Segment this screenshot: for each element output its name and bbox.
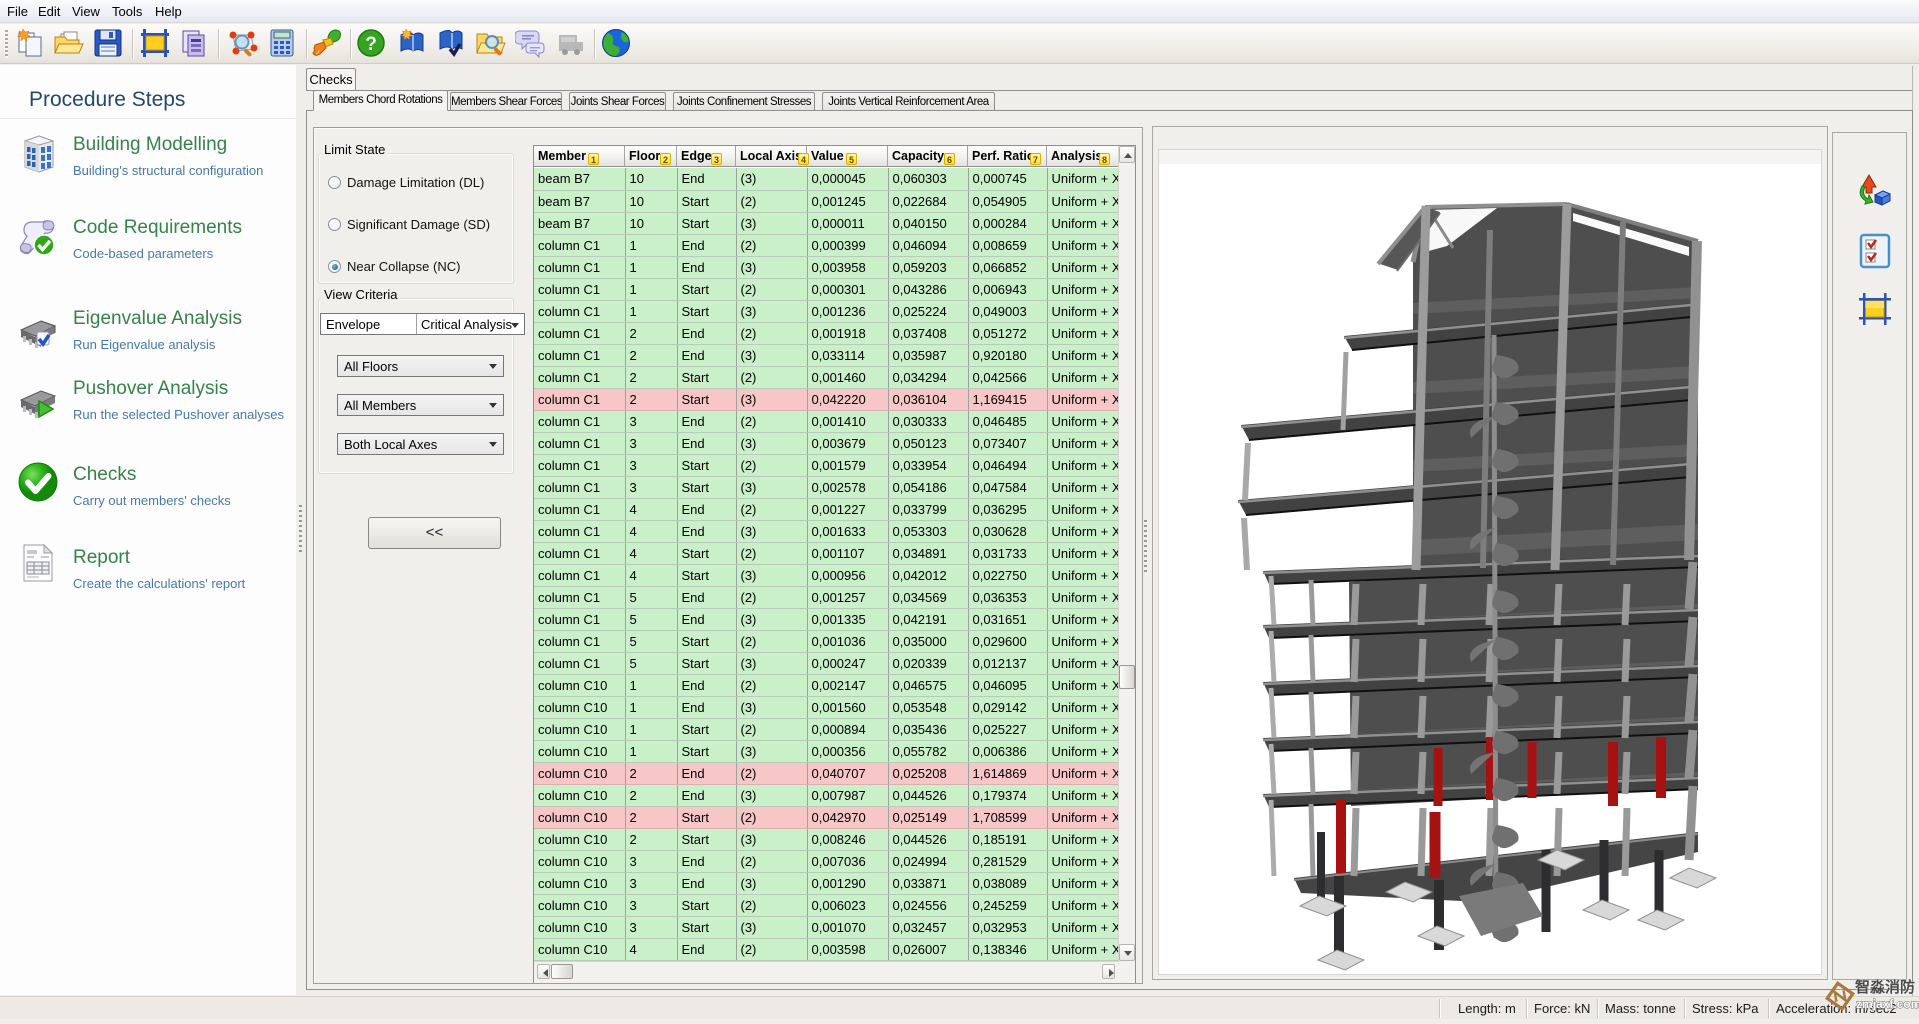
- svg-text:智淼消防: 智淼消防: [1855, 978, 1915, 996]
- svg-text:zmjaxf.com: zmjaxf.com: [1856, 997, 1919, 1011]
- svg-text:?: ?: [365, 34, 377, 55]
